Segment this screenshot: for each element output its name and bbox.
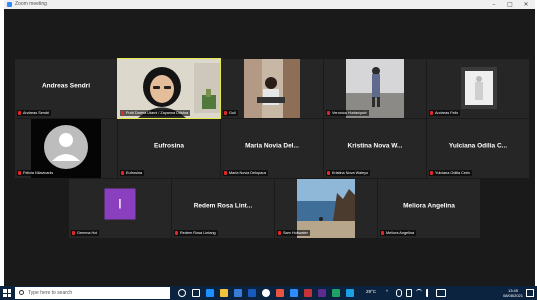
task-view-icon[interactable] — [192, 289, 200, 297]
notification-center-icon[interactable] — [526, 289, 534, 297]
mic-muted-icon — [224, 111, 227, 115]
mic-muted-icon — [381, 231, 384, 235]
mic-muted-icon — [327, 111, 330, 115]
chrome-icon[interactable] — [262, 289, 270, 297]
weather-temperature[interactable]: 29°C — [366, 289, 376, 294]
participant-display-name: Eufrosina — [154, 142, 184, 150]
participant-tile-active-speaker[interactable]: Putri Darma Utami / Zayanna Dilahra — [117, 58, 221, 119]
windows-taskbar: Type here to search 29°C ^ 13:45 08/08/2… — [0, 286, 537, 300]
participant-name-label: Yulciana Odilia Ceric — [429, 170, 473, 176]
participant-name-label: Gemma Hoi — [71, 230, 100, 236]
participant-tile-gemma[interactable]: I Gemma Hoi — [69, 179, 171, 238]
zoom-taskbar-icon[interactable] — [290, 289, 298, 297]
participant-tile-veronica[interactable]: Veronica Hurtaniputri — [324, 59, 426, 118]
participant-display-name: Maria Novia Del... — [245, 142, 299, 150]
participant-name-label: Eufrosina — [120, 170, 145, 176]
participant-tile-andreas-sendri[interactable]: Andreas Sendri Andreas Sendri — [15, 59, 117, 118]
mic-muted-icon — [121, 171, 124, 175]
mic-muted-icon — [175, 231, 178, 235]
participant-name-label: Maria Novia Delopaus — [223, 170, 269, 176]
participant-name-label: Andreas Felix — [429, 110, 461, 116]
participant-display-name: Yulciana Odilia C... — [448, 142, 508, 150]
windows-start-icon[interactable] — [3, 289, 11, 297]
participant-tile-redem[interactable]: Redem Rosa Lint... Redem Rosa Lintang — [172, 179, 274, 238]
minimize-button[interactable]: – — [488, 0, 500, 9]
word-icon[interactable] — [248, 289, 256, 297]
participant-tile-sam[interactable]: Sam Holtwater — [275, 179, 377, 238]
language-indicator-icon[interactable] — [436, 289, 446, 297]
clock-date: 08/08/2021 — [502, 293, 523, 298]
mic-muted-icon — [430, 171, 433, 175]
participant-tile-maria[interactable]: Maria Novia Del... Maria Novia Delopaus — [221, 119, 323, 178]
system-tray-chevron-icon[interactable]: ^ — [386, 289, 388, 294]
photos-icon[interactable] — [346, 289, 354, 297]
participant-display-name: Andreas Sendri — [41, 82, 91, 90]
mic-muted-icon — [278, 231, 281, 235]
edge-browser-icon[interactable] — [206, 289, 214, 297]
participant-display-name: Redem Rosa Lint... — [193, 202, 253, 210]
onedrive-icon[interactable] — [396, 289, 402, 297]
participant-tile-felicia[interactable]: Felicia Nilavicanis — [15, 119, 117, 178]
participant-tile-andreas-felix[interactable]: Andreas Felix — [427, 59, 529, 118]
close-button[interactable]: ✕ — [520, 0, 532, 9]
maximize-button[interactable]: □ — [504, 0, 516, 9]
participant-name-label: Veronica Hurtaniputri — [326, 110, 370, 116]
participant-display-name: Kristina Nova W... — [347, 142, 403, 150]
participant-tile-meliora[interactable]: Meliora Angelina Meliora Angelina — [378, 179, 480, 238]
mic-muted-icon — [18, 111, 21, 115]
mic-muted-icon — [430, 111, 433, 115]
cortana-icon[interactable] — [178, 289, 186, 297]
taskbar-clock[interactable]: 13:45 08/08/2021 — [503, 288, 523, 298]
mic-muted-icon — [327, 171, 330, 175]
participant-name-label: Redem Rosa Lintang — [174, 230, 218, 236]
participant-name-label: Meliora Angelina — [380, 230, 417, 236]
participant-name-label: Sam Holtwater — [277, 230, 310, 236]
powerpoint-icon[interactable] — [276, 289, 284, 297]
participant-name-label: Putri Darma Utami / Zayanna Dilahra — [120, 110, 191, 116]
participant-name-label: Felicia Nilavicanis — [17, 170, 56, 176]
mic-muted-icon — [18, 171, 21, 175]
volume-icon[interactable] — [426, 289, 432, 297]
store-icon[interactable] — [234, 289, 242, 297]
acrobat-icon[interactable] — [304, 289, 312, 297]
excel-icon[interactable] — [332, 289, 340, 297]
participant-display-name: Meliora Angelina — [403, 202, 455, 210]
title-bar: Zoom meeting – □ ✕ — [4, 0, 535, 9]
participant-tile-yulciana[interactable]: Yulciana Odilia C... Yulciana Odilia Cer… — [427, 119, 529, 178]
participant-initial-avatar: I — [104, 188, 136, 220]
participant-tile-kristina[interactable]: Kristina Nova W... Kristina Nova Waleyo — [324, 119, 426, 178]
zoom-window: Zoom meeting – □ ✕ Andreas Sendri Andrea… — [4, 0, 535, 286]
participant-name-label: Guil — [223, 110, 238, 116]
zoom-app-icon — [7, 2, 12, 7]
search-placeholder: Type here to search — [28, 290, 73, 296]
battery-icon[interactable] — [406, 289, 412, 297]
file-explorer-icon[interactable] — [220, 289, 228, 297]
mic-muted-icon — [72, 231, 75, 235]
taskbar-search-box[interactable]: Type here to search — [15, 287, 170, 299]
window-title: Zoom meeting — [15, 1, 47, 7]
wifi-icon[interactable] — [416, 289, 422, 297]
teams-icon[interactable] — [318, 289, 326, 297]
participant-tile-guil[interactable]: Guil — [221, 59, 323, 118]
mic-muted-icon — [224, 171, 227, 175]
participant-name-label: Kristina Nova Waleyo — [326, 170, 371, 176]
search-icon — [19, 290, 24, 295]
participant-name-label: Andreas Sendri — [17, 110, 52, 116]
mic-muted-icon — [121, 111, 124, 115]
participant-tile-eufrosina[interactable]: Eufrosina Eufrosina — [118, 119, 220, 178]
